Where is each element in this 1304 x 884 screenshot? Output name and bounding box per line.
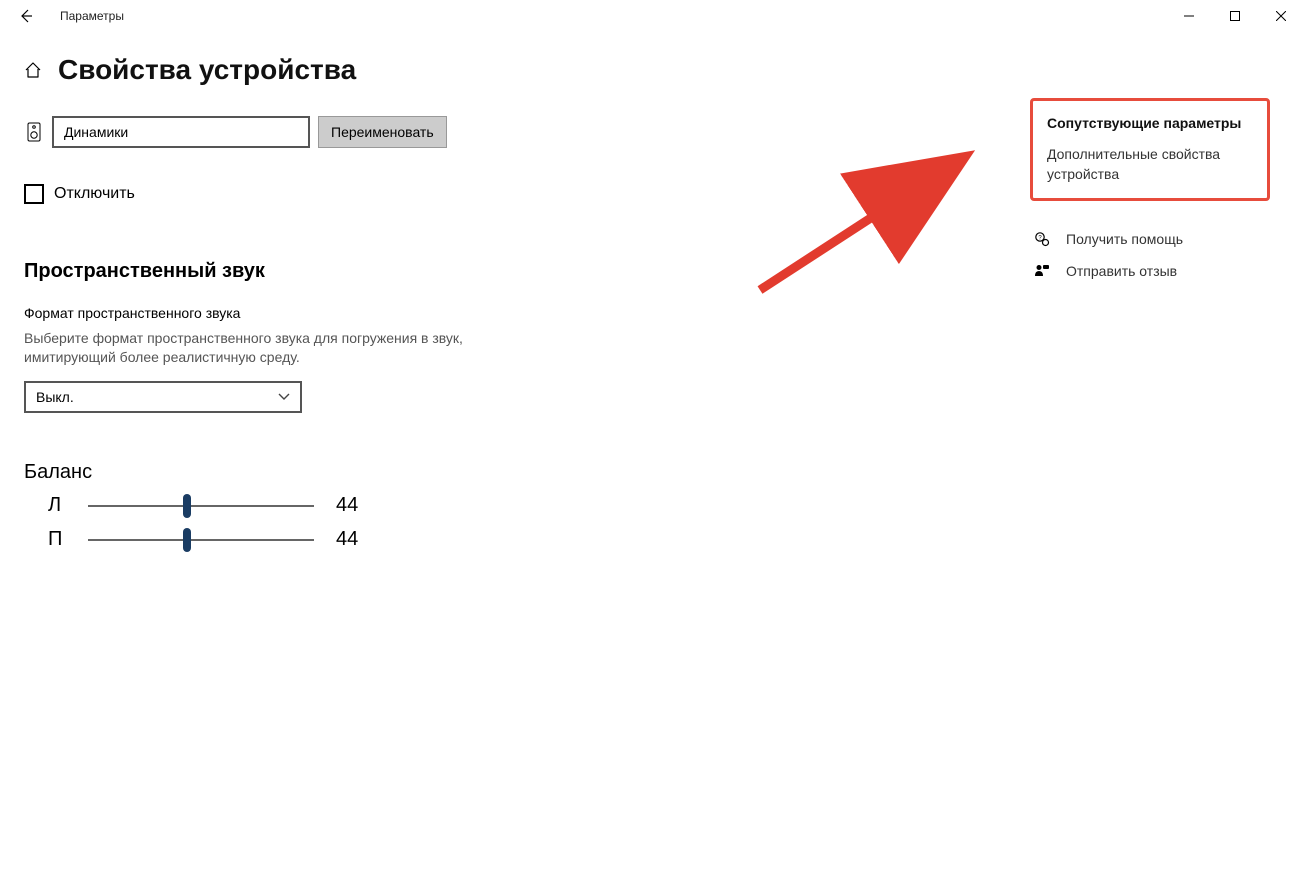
balance-right-slider[interactable]	[88, 539, 314, 541]
window-maximize-button[interactable]	[1212, 0, 1258, 32]
additional-device-properties-link[interactable]: Дополнительные свойства устройства	[1047, 145, 1253, 184]
back-button[interactable]	[10, 0, 42, 32]
help-icon: ?	[1034, 231, 1050, 247]
chevron-down-icon	[278, 393, 290, 401]
balance-right-thumb[interactable]	[183, 528, 191, 552]
balance-right-value: 44	[336, 528, 358, 551]
speaker-icon	[24, 122, 44, 142]
related-settings-heading: Сопутствующие параметры	[1047, 115, 1253, 131]
page-title: Свойства устройства	[58, 54, 356, 86]
balance-right-label: П	[24, 528, 84, 551]
send-feedback-label: Отправить отзыв	[1066, 263, 1177, 279]
get-help-link[interactable]: ? Получить помощь	[1030, 231, 1270, 247]
maximize-icon	[1230, 11, 1240, 21]
disable-checkbox[interactable]	[24, 184, 44, 204]
spatial-format-value: Выкл.	[36, 389, 74, 405]
send-feedback-link[interactable]: Отправить отзыв	[1030, 263, 1270, 279]
rename-button[interactable]: Переименовать	[318, 116, 447, 148]
back-arrow-icon	[18, 8, 34, 24]
app-title: Параметры	[60, 9, 124, 23]
balance-heading: Баланс	[24, 461, 664, 484]
main-panel: Свойства устройства Переименовать Отключ…	[24, 54, 664, 560]
balance-left-value: 44	[336, 494, 358, 517]
disable-label: Отключить	[54, 185, 135, 203]
balance-left-slider[interactable]	[88, 505, 314, 507]
spatial-format-select[interactable]: Выкл.	[24, 381, 302, 413]
home-icon[interactable]	[24, 61, 42, 79]
related-settings-highlight: Сопутствующие параметры Дополнительные с…	[1030, 98, 1270, 201]
spatial-format-label: Формат пространственного звука	[24, 305, 664, 321]
spatial-sound-heading: Пространственный звук	[24, 260, 664, 283]
spatial-description: Выберите формат пространственного звука …	[24, 329, 484, 367]
minimize-icon	[1184, 11, 1194, 21]
window-minimize-button[interactable]	[1166, 0, 1212, 32]
disable-checkbox-row[interactable]: Отключить	[24, 184, 664, 204]
balance-left-label: Л	[24, 494, 84, 517]
titlebar: Параметры	[0, 0, 1304, 32]
window-close-button[interactable]	[1258, 0, 1304, 32]
feedback-icon	[1034, 263, 1050, 279]
close-icon	[1276, 11, 1286, 21]
device-name-input[interactable]	[52, 116, 310, 148]
balance-left-thumb[interactable]	[183, 494, 191, 518]
get-help-label: Получить помощь	[1066, 231, 1183, 247]
side-panel: Сопутствующие параметры Дополнительные с…	[1030, 98, 1270, 295]
